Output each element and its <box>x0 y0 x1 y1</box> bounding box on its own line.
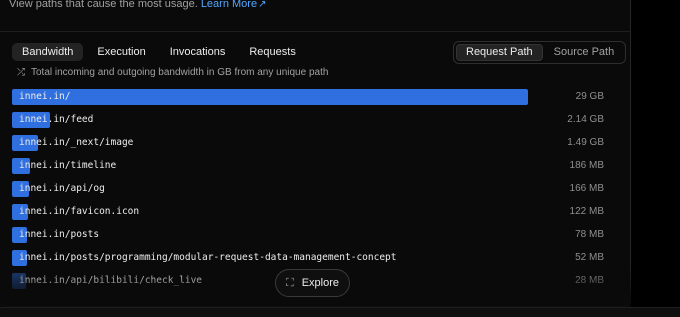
path-label: innei.in/posts <box>19 229 100 240</box>
path-row[interactable]: innei.in/feed 2.14 GB <box>12 111 612 134</box>
usage-value: 1.49 GB <box>567 137 604 148</box>
path-row[interactable]: innei.in/favicon.icon 122 MB <box>12 203 612 226</box>
usage-value: 28 MB <box>575 275 604 286</box>
usage-value: 29 GB <box>575 91 604 102</box>
path-label: innei.in/api/og <box>19 183 105 194</box>
explore-label: Explore <box>301 277 339 289</box>
usage-value: 122 MB <box>569 206 604 217</box>
tab-requests[interactable]: Requests <box>239 43 305 61</box>
path-type-toggle: Request Path Source Path <box>453 41 627 64</box>
expand-icon: ⛶ <box>286 276 294 289</box>
path-label: innei.in/ <box>19 91 71 102</box>
learn-more-link[interactable]: Learn More <box>201 0 257 10</box>
external-link-icon[interactable]: ↗ <box>258 0 266 10</box>
request-path-option[interactable]: Request Path <box>456 44 543 61</box>
page-bottom-strip <box>0 307 680 317</box>
divider <box>0 31 630 32</box>
usage-value: 52 MB <box>575 252 604 263</box>
path-list: innei.in/29 GB innei.in/feed 2.14 GB innei.… <box>12 88 612 295</box>
usage-value: 2.14 GB <box>567 114 604 125</box>
usage-bar <box>12 89 528 105</box>
panel-subtitle: View paths that cause the most usage. Le… <box>9 0 266 10</box>
usage-value: 166 MB <box>569 183 604 194</box>
path-label: innei.in/favicon.icon <box>19 206 140 217</box>
tab-invocations[interactable]: Invocations <box>160 43 236 61</box>
usage-value: 78 MB <box>575 229 604 240</box>
path-row[interactable]: innei.in/29 GB <box>12 88 612 111</box>
usage-value: 186 MB <box>569 160 604 171</box>
tab-execution[interactable]: Execution <box>87 43 155 61</box>
metric-tabs: Bandwidth Execution Invocations Requests <box>12 43 306 61</box>
path-row[interactable]: innei.in/api/og 166 MB <box>12 180 612 203</box>
explore-button[interactable]: ⛶ Explore <box>275 269 350 297</box>
path-row[interactable]: innei.in/_next/image 1.49 GB <box>12 134 612 157</box>
path-label: innei.in/api/bilibili/check_live <box>19 275 203 286</box>
shuffle-arrows-icon: ⤮ <box>17 67 25 78</box>
description-text: Total incoming and outgoing bandwidth in… <box>31 67 329 78</box>
tab-bandwidth[interactable]: Bandwidth <box>12 43 84 61</box>
path-label: innei.in/posts/programming/modular-reque… <box>19 252 397 263</box>
path-label: innei.in/timeline <box>19 160 117 171</box>
source-path-option[interactable]: Source Path <box>545 44 624 61</box>
path-row[interactable]: innei.in/posts 78 MB <box>12 226 612 249</box>
path-label: innei.in/feed <box>19 114 94 125</box>
path-row[interactable]: innei.in/timeline 186 MB <box>12 157 612 180</box>
path-label: innei.in/_next/image <box>19 137 134 148</box>
subtitle-text: View paths that cause the most usage. <box>9 0 198 10</box>
metric-description: ⤮ Total incoming and outgoing bandwidth … <box>17 67 328 78</box>
